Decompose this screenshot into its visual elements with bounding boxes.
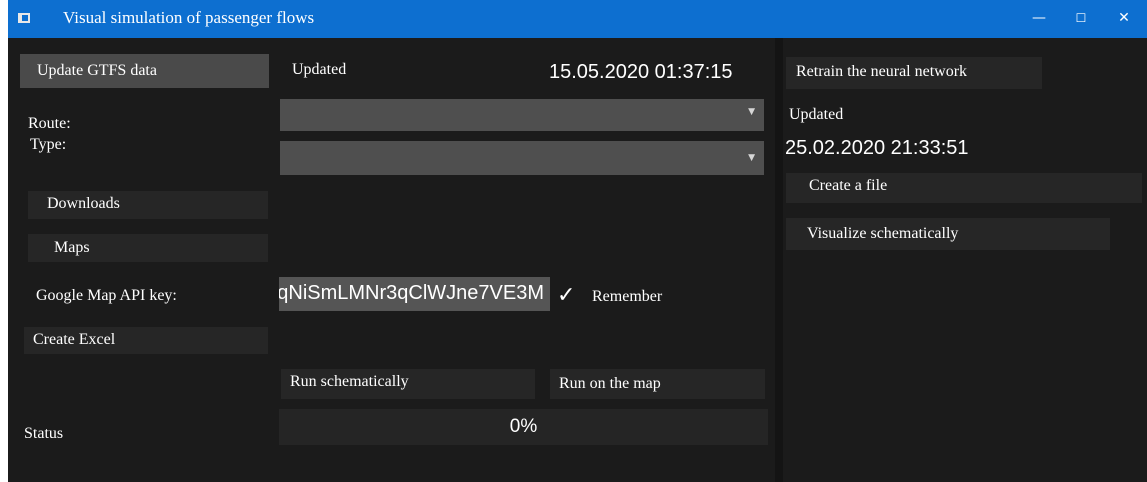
run-on-map-button[interactable]: Run on the map — [550, 369, 765, 399]
update-gtfs-button[interactable]: Update GTFS data — [20, 54, 269, 88]
create-excel-button[interactable]: Create Excel — [24, 327, 268, 354]
minimize-button[interactable]: — — [1024, 6, 1054, 30]
retrain-network-button[interactable]: Retrain the neural network — [786, 57, 1042, 89]
status-progress-bar: 0% — [279, 409, 768, 445]
maximize-button[interactable]: ☐ — [1066, 6, 1096, 30]
close-button[interactable]: ✕ — [1109, 6, 1139, 30]
route-select[interactable]: ▼ — [280, 99, 764, 131]
type-select[interactable]: ▼ — [280, 141, 764, 175]
route-label: Route: — [28, 115, 71, 132]
downloads-button[interactable]: Downloads — [28, 191, 268, 219]
network-updated-label: Updated — [789, 106, 844, 123]
status-label: Status — [24, 425, 64, 442]
gtfs-updated-timestamp: 15.05.2020 01:37:15 — [549, 61, 733, 83]
chevron-down-icon: ▼ — [748, 107, 755, 117]
api-key-value: ALzaSyBVqNiSmLMNr3qClWJne7VE3M — [279, 282, 544, 304]
remember-label[interactable]: Remember — [592, 288, 662, 306]
chevron-down-icon: ▼ — [748, 153, 755, 163]
progress-text: 0% — [509, 416, 538, 437]
app-window: Visual simulation of passenger flows — ☐… — [8, 0, 1147, 482]
gtfs-updated-label: Updated — [292, 61, 347, 78]
window-title: Visual simulation of passenger flows — [63, 8, 315, 27]
remember-checkmark-icon[interactable]: ✓ — [557, 283, 575, 308]
run-schematically-button[interactable]: Run schematically — [281, 369, 535, 399]
visualize-schematically-button[interactable]: Visualize schematically — [786, 218, 1110, 250]
api-key-label: Google Map API key: — [36, 287, 177, 304]
maps-button[interactable]: Maps — [28, 234, 268, 262]
network-updated-timestamp: 25.02.2020 21:33:51 — [785, 137, 969, 159]
create-file-button[interactable]: Create a file — [786, 173, 1142, 203]
api-key-input[interactable]: ALzaSyBVqNiSmLMNr3qClWJne7VE3M — [279, 277, 550, 311]
column-divider — [775, 38, 783, 482]
app-icon — [18, 13, 30, 23]
title-bar[interactable]: Visual simulation of passenger flows — ☐… — [8, 0, 1147, 38]
type-label: Type: — [30, 136, 67, 153]
